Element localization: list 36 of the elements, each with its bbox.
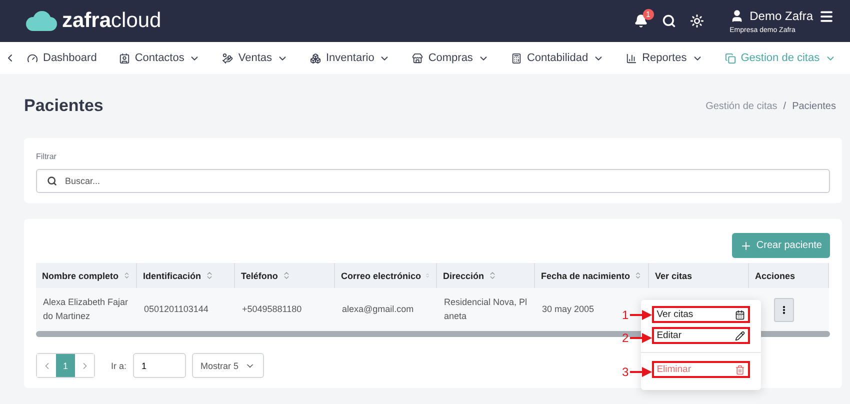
column-header[interactable]: Nombre completo xyxy=(36,263,137,288)
page-title: Pacientes xyxy=(24,96,104,116)
goto-page-field[interactable]: 1 xyxy=(132,353,186,378)
breadcrumb-separator: / xyxy=(783,100,786,112)
table-cell: +50495881180 xyxy=(235,288,335,331)
user-name[interactable]: Demo Zafra xyxy=(750,9,813,24)
callout-number: 3 xyxy=(622,364,629,378)
notification-badge: 1 xyxy=(642,9,654,20)
menu-item[interactable]: Ver citas xyxy=(652,306,750,323)
callout-number: 2 xyxy=(622,330,629,344)
table-cell: Residencial Nova, Planeta xyxy=(437,288,535,331)
nav-item[interactable]: Contactos xyxy=(108,52,212,64)
nav-item[interactable]: Reportes xyxy=(615,52,714,64)
nav-item[interactable]: Ventas xyxy=(211,52,299,64)
breadcrumb-item: Pacientes xyxy=(792,100,836,112)
column-header[interactable]: Ver citas xyxy=(649,263,749,288)
search-field[interactable]: Buscar... xyxy=(36,169,830,193)
logo-text: zafracloud xyxy=(62,9,162,34)
goto-label: Ir a: xyxy=(111,360,127,370)
column-header[interactable]: Teléfono xyxy=(235,263,335,288)
filter-label: Filtrar xyxy=(36,152,58,161)
nav-item[interactable]: Compras xyxy=(401,52,500,64)
column-header[interactable]: Dirección xyxy=(437,263,535,288)
callout-number: 1 xyxy=(622,308,629,322)
column-header[interactable]: Identificación xyxy=(137,263,235,288)
page-size-select[interactable]: Mostrar 5 xyxy=(192,353,264,378)
table-cell: alexa@gmail.com xyxy=(335,288,437,331)
menu-item[interactable]: Editar xyxy=(652,327,750,344)
nav-item[interactable]: Dashboard xyxy=(16,52,108,64)
nav-item[interactable]: Inventario xyxy=(299,52,402,64)
table-cell: 0501201103144 xyxy=(137,288,235,331)
column-header[interactable]: Correo electrónico xyxy=(335,263,437,288)
table-cell: Alexa Elizabeth Fajardo Martinez xyxy=(36,288,137,331)
column-header[interactable]: Acciones xyxy=(749,263,829,288)
column-header[interactable]: Fecha de nacimiento xyxy=(535,263,649,288)
nav-item[interactable]: Contabilidad xyxy=(500,52,616,64)
